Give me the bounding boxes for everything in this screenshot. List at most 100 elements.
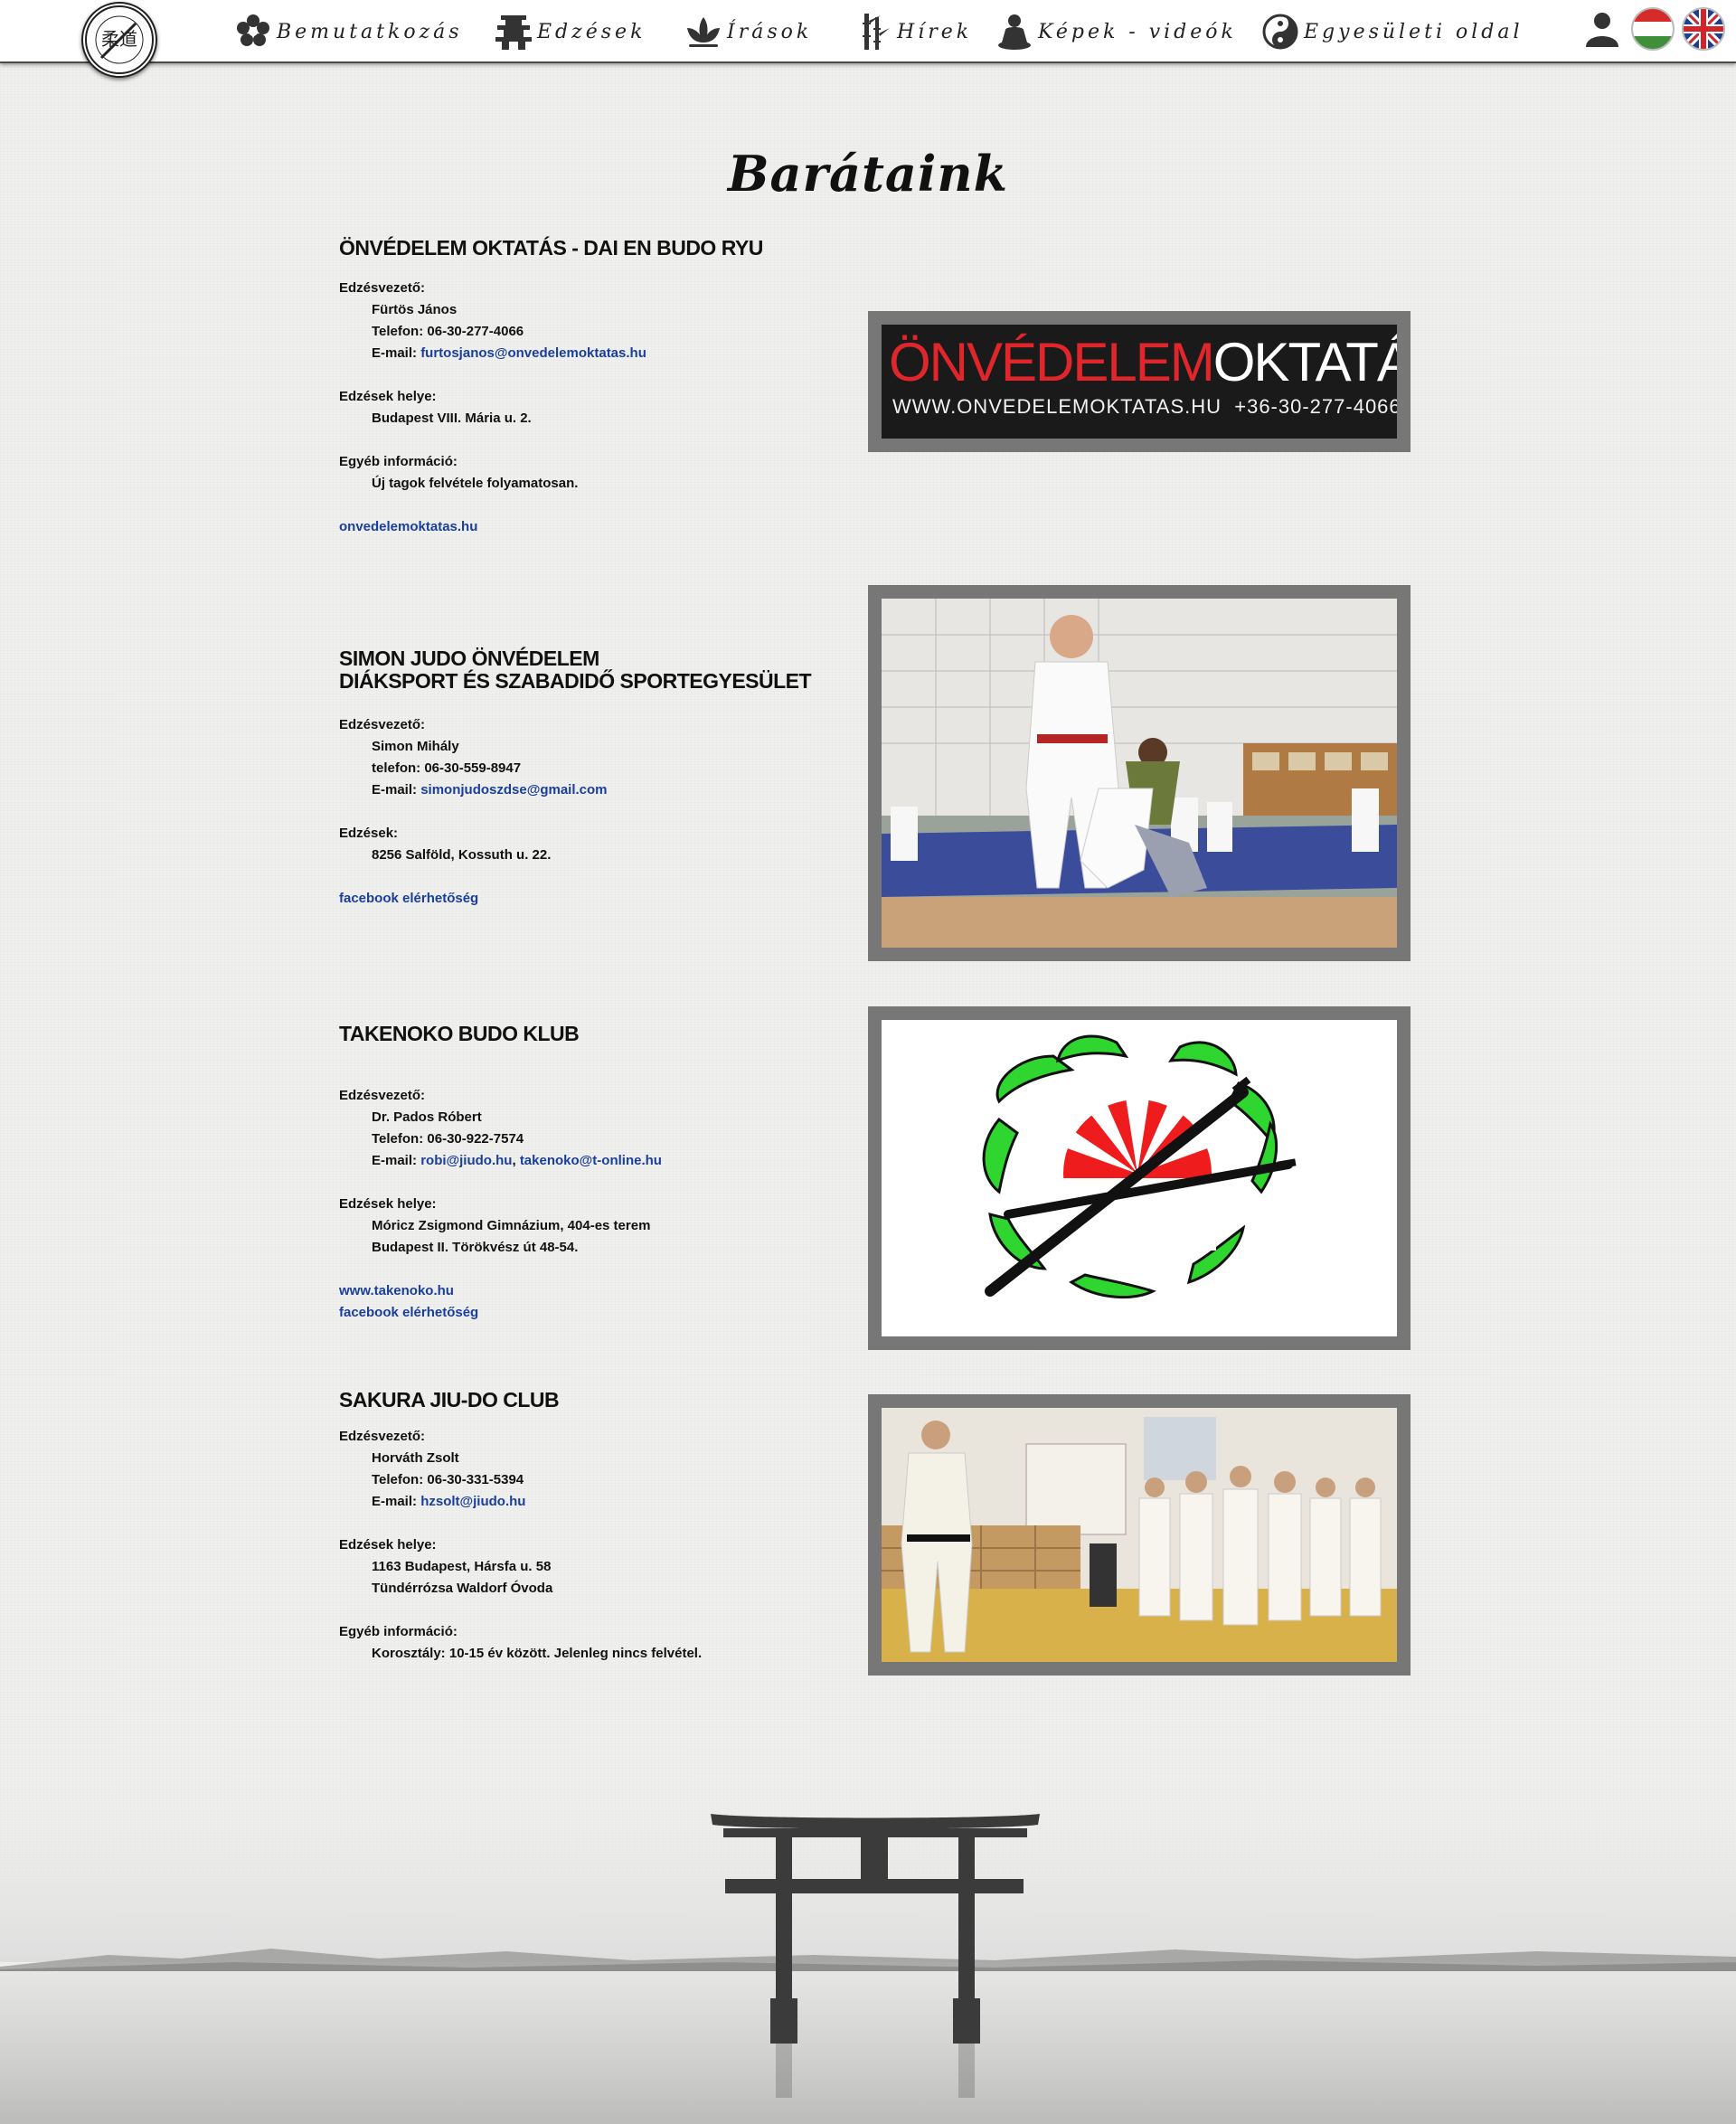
club-image-frame xyxy=(868,585,1410,961)
user-login-button[interactable] xyxy=(1579,5,1626,52)
email-link[interactable]: robi@jiudo.hu xyxy=(420,1153,512,1168)
banner-subtitle: WWW.ONVEDELEMOKTATAS.HU +36-30-277-4066 xyxy=(892,395,1397,418)
email-line: E-mail: robi@jiudo.hu, takenoko@t-online… xyxy=(372,1153,662,1168)
club-name-line: DIÁKSPORT ÉS SZABADIDŐ SPORTEGYESÜLET xyxy=(339,669,812,693)
yin-yang-icon xyxy=(1262,14,1298,50)
facebook-link[interactable]: facebook elérhetőség xyxy=(339,888,845,910)
email-link[interactable]: simonjudoszdse@gmail.com xyxy=(420,782,607,798)
torii-gate-illustration xyxy=(0,1745,1736,2124)
club-name: SIMON JUDO ÖNVÉDELEM DIÁKSPORT ÉS SZABAD… xyxy=(339,647,845,693)
banner-title: ÖNVÉDELEMOKTATÁS xyxy=(889,334,1397,392)
club-name-line: SAKURA JIU-DO CLUB xyxy=(339,1388,560,1411)
place-line: 8256 Salföld, Kossuth u. 22. xyxy=(372,847,552,863)
club-name-line: ÖNVÉDELEM OKTATÁS - DAI EN BUDO RYU xyxy=(339,236,763,260)
coach-name: Simon Mihály xyxy=(372,739,459,754)
coach-label: Edzésvezető: xyxy=(339,1429,426,1444)
coach-name: Dr. Pados Róbert xyxy=(372,1109,482,1125)
pagoda-icon xyxy=(495,15,532,50)
extra-info-line: Korosztály: 10-15 év között. Jelenleg ni… xyxy=(372,1646,703,1661)
dojo-group-photo[interactable] xyxy=(882,1408,1397,1662)
email-line: E-mail: furtosjanos@onvedelemoktatas.hu xyxy=(339,343,845,364)
bamboo-icon xyxy=(863,14,890,50)
nav-label: Képek - videók xyxy=(1038,20,1237,43)
hungarian-flag-icon xyxy=(1631,7,1675,51)
torii-gate-scenery xyxy=(0,1745,1736,2124)
place-line: Móricz Zsigmond Gimnázium, 404-es terem xyxy=(372,1218,651,1233)
club-name: TAKENOKO BUDO KLUB xyxy=(339,1023,845,1045)
extra-info-line: Új tagok felvétele folyamatosan. xyxy=(372,476,579,491)
language-english-button[interactable] xyxy=(1680,5,1727,52)
club-image-frame xyxy=(868,1394,1410,1676)
extra-info-label: Egyéb információ: xyxy=(339,1624,458,1639)
email-line: E-mail: hzsolt@jiudo.hu xyxy=(339,1491,845,1513)
email-link[interactable]: takenoko@t-online.hu xyxy=(520,1153,662,1168)
phone: Telefon: 06-30-331-5394 xyxy=(372,1472,524,1487)
email-link[interactable]: furtosjanos@onvedelemoktatas.hu xyxy=(420,345,646,361)
club-details: Edzésvezető: Fürtös János Telefon: 06-30… xyxy=(339,278,845,538)
email-label: E-mail: xyxy=(372,1494,421,1509)
club-entry: TAKENOKO BUDO KLUB Edzésvezető: Dr. Pado… xyxy=(339,1023,845,1324)
nav-label: Egyesületi oldal xyxy=(1304,20,1524,43)
phone: Telefon: 06-30-277-4066 xyxy=(372,324,524,339)
nav-item-edzesek[interactable]: Edzések xyxy=(494,9,646,54)
nav-item-kepek-videok[interactable]: Képek - videók xyxy=(995,9,1237,54)
buddha-icon xyxy=(998,14,1031,50)
website-link[interactable]: www.takenoko.hu xyxy=(339,1280,845,1302)
place-label: Edzések: xyxy=(339,826,399,841)
onvedelem-banner[interactable]: ÖNVÉDELEMOKTATÁS WWW.ONVEDELEMOKTATAS.HU… xyxy=(882,325,1397,439)
place-line: Tündérrózsa Waldorf Óvoda xyxy=(372,1581,553,1596)
phone: Telefon: 06-30-922-7574 xyxy=(372,1131,524,1147)
extra-info-label: Egyéb információ: xyxy=(339,454,458,469)
takenoko-emblem[interactable] xyxy=(882,1020,1397,1336)
email-line: E-mail: simonjudoszdse@gmail.com xyxy=(339,779,845,801)
coach-name: Fürtös János xyxy=(372,302,458,317)
judo-training-illustration xyxy=(882,599,1397,948)
language-hungarian-button[interactable] xyxy=(1629,5,1676,52)
flower-icon xyxy=(237,14,269,46)
place-line: 1163 Budapest, Hársfa u. 58 xyxy=(372,1559,552,1574)
nav-item-bemutatkozas[interactable]: Bemutatkozás xyxy=(233,9,463,54)
club-name: ÖNVÉDELEM OKTATÁS - DAI EN BUDO RYU xyxy=(339,237,845,260)
nav-item-hirek[interactable]: Hírek xyxy=(854,9,972,54)
dojo-group-illustration xyxy=(882,1408,1397,1662)
club-logo[interactable]: 柔道 xyxy=(81,2,157,78)
nav-label: Hírek xyxy=(897,20,973,43)
place-line: Budapest VIII. Mária u. 2. xyxy=(372,411,532,426)
coach-name: Horváth Zsolt xyxy=(372,1450,459,1466)
email-link[interactable]: hzsolt@jiudo.hu xyxy=(420,1494,525,1509)
top-navigation-bar: 柔道 Bemutatkozás Edzések xyxy=(0,0,1736,78)
banner-white-text: OKTATÁS xyxy=(1212,332,1397,392)
email-label: E-mail: xyxy=(372,1153,421,1168)
banner-red-text: ÖNVÉDELEM xyxy=(889,332,1215,392)
email-label: E-mail: xyxy=(372,782,421,798)
judo-training-photo[interactable] xyxy=(882,599,1397,948)
coach-label: Edzésvezető: xyxy=(339,280,426,296)
place-label: Edzések helye: xyxy=(339,389,437,404)
lotus-icon xyxy=(687,17,720,47)
club-image-frame xyxy=(868,1006,1410,1350)
nav-label: Edzések xyxy=(537,20,646,43)
place-label: Edzések helye: xyxy=(339,1537,437,1553)
nav-item-egyesuleti-oldal[interactable]: Egyesületi oldal xyxy=(1260,9,1524,54)
page-title: Barátaink xyxy=(727,145,1009,203)
club-name: SAKURA JIU-DO CLUB xyxy=(339,1389,845,1411)
nav-item-irasok[interactable]: Írások xyxy=(684,9,812,54)
uk-flag-icon xyxy=(1682,7,1725,51)
club-seal-icon: 柔道 xyxy=(85,5,154,74)
club-details: Edzésvezető: Simon Mihály telefon: 06-30… xyxy=(339,714,845,910)
nav-label: Bemutatkozás xyxy=(277,20,463,43)
phone: telefon: 06-30-559-8947 xyxy=(372,760,522,776)
club-image-frame: ÖNVÉDELEMOKTATÁS WWW.ONVEDELEMOKTATAS.HU… xyxy=(868,311,1410,452)
place-label: Edzések helye: xyxy=(339,1196,437,1212)
takenoko-emblem-illustration xyxy=(982,1034,1297,1299)
coach-label: Edzésvezető: xyxy=(339,1088,426,1103)
coach-label: Edzésvezető: xyxy=(339,717,426,732)
nav-label: Írások xyxy=(727,20,813,43)
club-details: Edzésvezető: Dr. Pados Róbert Telefon: 0… xyxy=(339,1085,845,1324)
club-entry: SAKURA JIU-DO CLUB Edzésvezető: Horváth … xyxy=(339,1389,845,1665)
email-label: E-mail: xyxy=(372,345,421,361)
club-name-line: SIMON JUDO ÖNVÉDELEM xyxy=(339,647,599,670)
facebook-link[interactable]: facebook elérhetőség xyxy=(339,1302,845,1324)
club-entry: SIMON JUDO ÖNVÉDELEM DIÁKSPORT ÉS SZABAD… xyxy=(339,647,845,910)
website-link[interactable]: onvedelemoktatas.hu xyxy=(339,516,845,538)
